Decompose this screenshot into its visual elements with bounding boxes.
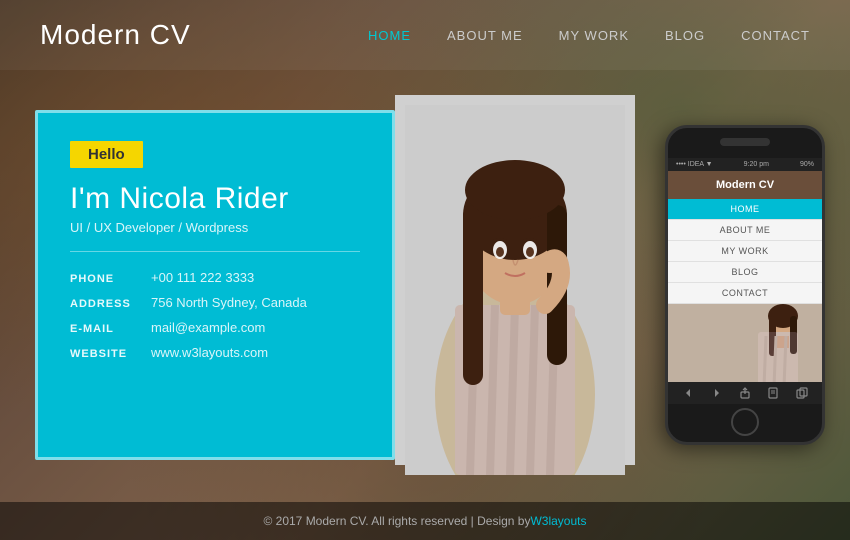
- phone-photo-area: [668, 304, 822, 384]
- label-website: WEBSITE: [70, 348, 135, 360]
- phone-app-title: Modern CV: [668, 179, 822, 191]
- phone-carrier: •••• IDEA ▼: [676, 161, 713, 168]
- phone-mockup: •••• IDEA ▼ 9:20 pm 90% Modern CV HOME A…: [665, 125, 825, 445]
- main-content: Hello I'm Nicola Rider UI / UX Developer…: [0, 70, 850, 500]
- phone-app-header: Modern CV: [668, 171, 822, 199]
- card-section: Hello I'm Nicola Rider UI / UX Developer…: [35, 95, 815, 475]
- label-phone: PHONE: [70, 273, 135, 285]
- nav-blog[interactable]: BLOG: [665, 28, 705, 43]
- nav-home[interactable]: HOME: [368, 28, 411, 43]
- value-phone: +00 111 222 3333: [151, 270, 254, 285]
- info-card: Hello I'm Nicola Rider UI / UX Developer…: [35, 110, 395, 460]
- phone-nav-contact[interactable]: CONTACT: [668, 283, 822, 304]
- nav-work[interactable]: MY WORK: [559, 28, 629, 43]
- contact-row-website: WEBSITE www.w3layouts.com: [70, 345, 360, 360]
- footer: © 2017 Modern CV. All rights reserved | …: [0, 502, 850, 540]
- phone-nav-work[interactable]: MY WORK: [668, 241, 822, 262]
- photo-area: [385, 105, 645, 465]
- phone-time: 9:20 pm: [744, 161, 769, 168]
- site-logo: Modern CV: [40, 19, 191, 51]
- phone-browser-bar: [668, 382, 822, 404]
- contact-row-phone: PHONE +00 111 222 3333: [70, 270, 360, 285]
- footer-text: © 2017 Modern CV. All rights reserved | …: [263, 514, 530, 528]
- value-address: 756 North Sydney, Canada: [151, 295, 307, 310]
- header: Modern CV HOME ABOUT ME MY WORK BLOG CON…: [0, 0, 850, 70]
- person-subtitle: UI / UX Developer / Wordpress: [70, 220, 360, 235]
- nav-contact[interactable]: CONTACT: [741, 28, 810, 43]
- hello-badge: Hello: [70, 141, 143, 168]
- person-name: I'm Nicola Rider: [70, 182, 360, 216]
- browser-back-icon[interactable]: [682, 387, 694, 399]
- phone-status-bar: •••• IDEA ▼ 9:20 pm 90%: [668, 158, 822, 171]
- label-email: E-MAIL: [70, 323, 135, 335]
- main-nav: HOME ABOUT ME MY WORK BLOG CONTACT: [368, 28, 810, 43]
- browser-tabs-icon[interactable]: [796, 387, 808, 399]
- phone-notch: [720, 138, 770, 146]
- browser-bookmark-icon[interactable]: [767, 387, 779, 399]
- phone-home-button[interactable]: [731, 408, 759, 436]
- label-address: ADDRESS: [70, 298, 135, 310]
- value-email: mail@example.com: [151, 320, 265, 335]
- nav-about[interactable]: ABOUT ME: [447, 28, 523, 43]
- card-divider: [70, 251, 360, 252]
- phone-battery: 90%: [800, 161, 814, 168]
- phone-nav-home[interactable]: HOME: [668, 199, 822, 220]
- contact-row-email: E-MAIL mail@example.com: [70, 320, 360, 335]
- value-website: www.w3layouts.com: [151, 345, 268, 360]
- footer-link[interactable]: W3layouts: [530, 514, 586, 528]
- browser-share-icon[interactable]: [739, 387, 751, 399]
- phone-nav: HOME ABOUT ME MY WORK BLOG CONTACT: [668, 199, 822, 304]
- contact-info: PHONE +00 111 222 3333 ADDRESS 756 North…: [70, 270, 360, 360]
- contact-row-address: ADDRESS 756 North Sydney, Canada: [70, 295, 360, 310]
- phone-screen: •••• IDEA ▼ 9:20 pm 90% Modern CV HOME A…: [668, 158, 822, 402]
- browser-forward-icon[interactable]: [711, 387, 723, 399]
- person-figure: [405, 105, 625, 475]
- phone-nav-blog[interactable]: BLOG: [668, 262, 822, 283]
- phone-nav-about[interactable]: ABOUT ME: [668, 220, 822, 241]
